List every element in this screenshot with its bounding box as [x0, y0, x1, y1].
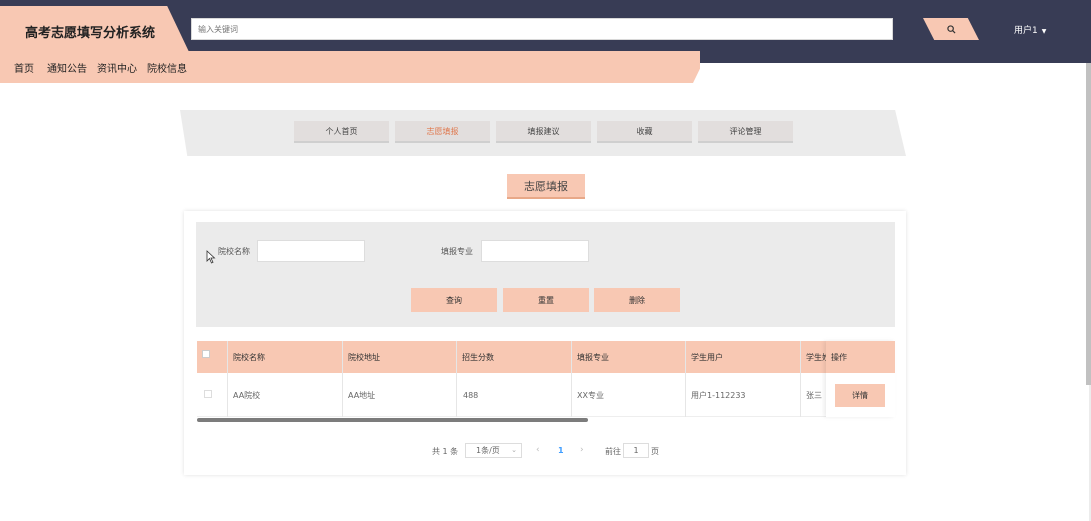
major-label: 填报专业 [441, 247, 473, 256]
section-title: 志愿填报 [507, 174, 585, 199]
school-name-label: 院校名称 [218, 247, 250, 256]
page-size-select[interactable]: 1条/页 ⌄ [465, 443, 522, 458]
select-all-checkbox[interactable] [202, 350, 210, 358]
column-divider [685, 341, 686, 417]
nav-item-schools[interactable]: 院校信息 [147, 60, 187, 75]
prev-page-icon[interactable]: ‹ [536, 445, 540, 455]
user-menu[interactable]: 用户1 ▼ [1014, 23, 1046, 36]
nav-item-notices[interactable]: 通知公告 [47, 60, 87, 75]
cell-school-address: AA地址 [348, 390, 376, 400]
cell-major: XX专业 [577, 390, 604, 400]
column-divider [342, 341, 343, 417]
col-score: 招生分数 [462, 352, 494, 362]
reset-button[interactable]: 重置 [503, 288, 589, 312]
tab-comments[interactable]: 评论管理 [698, 121, 793, 143]
search-input[interactable] [191, 18, 893, 40]
column-divider [571, 341, 572, 417]
goto-label: 前往 [605, 447, 621, 456]
col-school-address: 院校地址 [348, 352, 380, 362]
school-name-input[interactable] [257, 240, 365, 262]
chevron-down-icon: ⌄ [511, 446, 517, 454]
column-divider [227, 341, 228, 417]
query-button[interactable]: 查询 [411, 288, 497, 312]
chevron-down-icon: ▼ [1041, 28, 1047, 35]
tab-suggestions[interactable]: 填报建议 [496, 121, 591, 143]
cell-student-user: 用户1-112233 [691, 390, 746, 400]
goto-page-input[interactable] [623, 443, 649, 458]
page-number-current[interactable]: 1 [558, 446, 564, 455]
tab-favorites[interactable]: 收藏 [597, 121, 692, 143]
table-row[interactable] [197, 373, 895, 417]
user-label: 用户1 [1014, 26, 1038, 36]
site-title: 高考志愿填写分析系统 [25, 26, 156, 41]
col-student-user: 学生用户 [691, 352, 723, 362]
next-page-icon[interactable]: › [580, 445, 584, 455]
cell-score: 488 [463, 390, 479, 400]
total-count: 共 1 条 [432, 447, 459, 456]
column-divider [456, 341, 457, 417]
page-suffix: 页 [651, 447, 659, 456]
tab-personal-home[interactable]: 个人首页 [294, 121, 389, 143]
mouse-cursor-icon [206, 250, 216, 264]
row-checkbox[interactable] [204, 390, 212, 398]
column-divider [800, 341, 801, 417]
major-input[interactable] [481, 240, 589, 262]
cell-student-name: 张三 [806, 390, 822, 400]
table-header [197, 341, 895, 373]
page-scrollbar-thumb[interactable] [1086, 63, 1091, 385]
tab-application[interactable]: 志愿填报 [395, 121, 490, 143]
cell-school-name: AA院校 [233, 390, 261, 400]
col-school-name: 院校名称 [233, 352, 265, 362]
nav-item-home[interactable]: 首页 [14, 60, 34, 75]
col-operation: 操作 [831, 352, 847, 362]
search-icon [946, 24, 956, 34]
delete-button[interactable]: 删除 [594, 288, 680, 312]
table-horizontal-scrollbar[interactable] [197, 418, 588, 422]
page-size-value: 1条/页 [476, 446, 500, 455]
brand-logo: 高考志愿填写分析系统 [0, 6, 190, 54]
col-major: 填报专业 [577, 352, 609, 362]
detail-button[interactable]: 详情 [835, 384, 885, 407]
nav-item-news[interactable]: 资讯中心 [97, 60, 137, 75]
